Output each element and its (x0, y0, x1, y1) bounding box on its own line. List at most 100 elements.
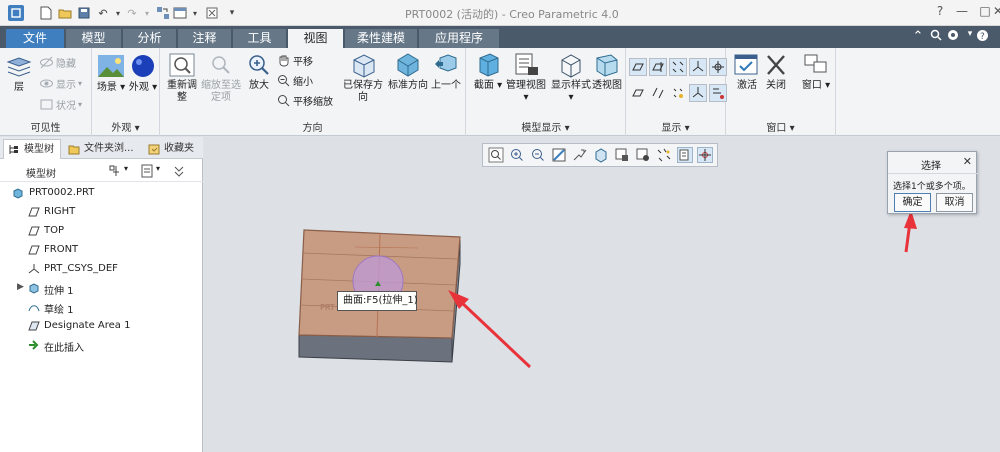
tab-tools[interactable]: 工具 (233, 29, 286, 48)
tree-settings-icon[interactable] (108, 164, 122, 178)
csys-display-toggle[interactable] (689, 58, 707, 76)
section-button[interactable]: 截面 ▾ (470, 52, 506, 92)
hide-eye-icon (40, 56, 53, 69)
tree-item-right[interactable]: RIGHT (0, 203, 203, 221)
annotation-display-icon[interactable] (677, 147, 693, 163)
tab-model[interactable]: 模型 (66, 29, 121, 48)
help-icon[interactable]: ? (974, 29, 990, 46)
zoom-out-icon[interactable] (530, 147, 546, 163)
display-style-icon[interactable] (614, 147, 630, 163)
pan-button[interactable]: 平移 (277, 53, 313, 68)
zoom-in-icon[interactable] (509, 147, 525, 163)
pan-zoom-button[interactable]: 平移缩放 (277, 93, 333, 108)
group-label-show[interactable]: 显示 ▾ (626, 119, 725, 134)
spin-center-icon[interactable] (697, 147, 713, 163)
graphics-window[interactable] (204, 137, 1000, 452)
tree-item-extrude[interactable]: ▶ 拉伸 1 (0, 279, 203, 297)
point-display-toggle[interactable] (669, 58, 687, 76)
tree-item-top[interactable]: TOP (0, 222, 203, 240)
tree-filters-icon[interactable] (140, 164, 154, 178)
previous-view-button[interactable]: 上一个 (428, 52, 464, 92)
status-button[interactable]: 状况 ▾ (40, 97, 82, 112)
close-window-button[interactable]: 关闭 (762, 52, 790, 92)
tree-item-front[interactable]: FRONT (0, 241, 203, 259)
show-button[interactable]: 显示 ▾ (40, 76, 82, 91)
group-appearance: 场景 ▾ 外观 ▾ 外观 ▾ (92, 48, 160, 136)
search-icon[interactable] (928, 29, 944, 45)
maximize-button[interactable]: □ (975, 4, 995, 22)
activate-button[interactable]: 激活 (730, 52, 764, 92)
spin-center-toggle[interactable] (709, 58, 727, 76)
customize-toolbar-icon[interactable]: ▾ (224, 5, 240, 21)
app-menu-icon[interactable] (8, 5, 24, 21)
section-view-icon[interactable] (635, 147, 651, 163)
perspective-button[interactable]: 透视图 (590, 52, 624, 92)
tab-favorites[interactable]: 收藏夹 (144, 139, 202, 159)
tree-item-csys[interactable]: PRT_CSYS_DEF (0, 260, 203, 278)
windows-button[interactable]: 窗口 ▾ (798, 52, 834, 92)
close-button[interactable]: ✕ (993, 4, 1000, 22)
tree-item-sketch[interactable]: 草绘 1 (0, 298, 203, 316)
tab-file[interactable]: 文件 (6, 29, 64, 48)
graphics-toolbar (482, 143, 718, 167)
plane-tag-toggle[interactable] (629, 84, 647, 102)
appearance-button[interactable]: 外观 ▾ (128, 54, 158, 94)
tab-applications[interactable]: 应用程序 (419, 29, 499, 48)
tab-model-tree[interactable]: 模型树 (3, 139, 61, 159)
ok-button[interactable]: 确定 (894, 193, 931, 212)
open-folder-icon[interactable] (57, 5, 73, 21)
zoom-to-selected-button[interactable]: 缩放至选定项 (200, 52, 242, 104)
zoom-in-button[interactable]: 放大 (244, 52, 274, 92)
undo-icon[interactable]: ↶ (95, 5, 111, 21)
tree-filters-dropdown-icon[interactable]: ▾ (156, 164, 160, 173)
cancel-button[interactable]: 取消 (936, 193, 973, 212)
annotation-display-toggle[interactable] (709, 84, 727, 102)
layer-button[interactable]: 层 (4, 54, 34, 94)
windows-icon[interactable] (172, 5, 188, 21)
datum-display-icon[interactable] (656, 147, 672, 163)
hide-button[interactable]: 隐藏 (40, 55, 76, 70)
tab-analysis[interactable]: 分析 (123, 29, 176, 48)
view-manager-icon[interactable] (593, 147, 609, 163)
regenerate-icon[interactable] (155, 5, 171, 21)
new-file-icon[interactable] (38, 5, 54, 21)
tab-folder-browser[interactable]: 文件夹浏... (64, 139, 142, 159)
csys-tag-toggle[interactable] (689, 84, 707, 102)
group-label-model-display[interactable]: 模型显示 ▾ (466, 119, 625, 134)
axis-tag-toggle[interactable] (649, 84, 667, 102)
account-icon[interactable] (946, 29, 962, 45)
group-label-window[interactable]: 窗口 ▾ (726, 119, 835, 134)
zoom-out-button[interactable]: 缩小 (277, 73, 313, 88)
manage-views-button[interactable]: 管理视图 ▾ (504, 52, 548, 104)
save-icon[interactable] (76, 5, 92, 21)
tree-settings-dropdown-icon[interactable]: ▾ (124, 164, 128, 173)
saved-orientations-icon[interactable] (572, 147, 588, 163)
point-tag-toggle[interactable] (669, 84, 687, 102)
scene-button[interactable]: 场景 ▾ (94, 54, 128, 94)
collapse-ribbon-icon[interactable]: ⌃ (910, 29, 926, 44)
tab-flexible-modeling[interactable]: 柔性建模 (345, 29, 417, 48)
display-style-button[interactable]: 显示样式 ▾ (548, 52, 594, 104)
group-label-appearance[interactable]: 外观 ▾ (92, 119, 159, 134)
refit-button[interactable]: 重新调整 (164, 52, 200, 104)
axis-display-toggle[interactable] (649, 58, 667, 76)
close-window-icon[interactable] (204, 5, 220, 21)
redo-dropdown-icon[interactable]: ▾ (139, 5, 155, 21)
close-icon[interactable]: ✕ (963, 155, 972, 168)
saved-orientations-button[interactable]: 已保存方向 (340, 52, 386, 104)
windows-dropdown-icon[interactable]: ▾ (187, 5, 203, 21)
tree-item-part[interactable]: PRT0002.PRT (0, 184, 203, 202)
minimize-button[interactable]: — (952, 4, 972, 22)
tree-item-insert-here[interactable]: 在此插入 (0, 336, 203, 354)
refit-icon[interactable] (488, 147, 504, 163)
tab-annotate[interactable]: 注释 (178, 29, 231, 48)
expand-icon[interactable]: ▶ (17, 282, 24, 292)
tab-view[interactable]: 视图 (288, 29, 343, 48)
plane-display-toggle[interactable] (629, 58, 647, 76)
redo-icon[interactable]: ↷ (124, 5, 140, 21)
help-button[interactable]: ? (930, 4, 950, 22)
tree-item-designate-area[interactable]: Designate Area 1 (0, 317, 203, 335)
tree-search-icon[interactable] (172, 164, 186, 178)
repaint-icon[interactable] (551, 147, 567, 163)
standard-orientation-button[interactable]: 标准方向 (388, 52, 428, 92)
